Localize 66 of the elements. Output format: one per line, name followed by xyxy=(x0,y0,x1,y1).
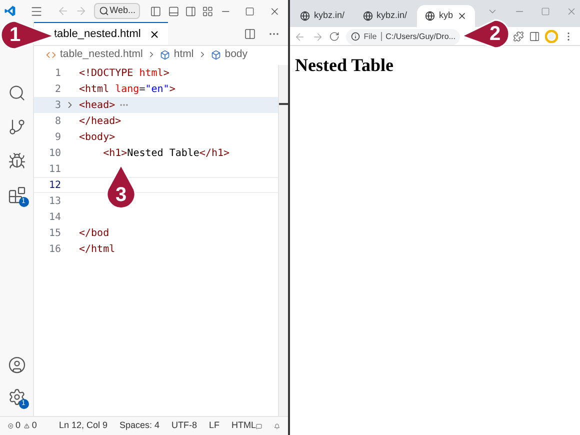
account-icon[interactable] xyxy=(8,356,26,374)
status-item[interactable]: LF xyxy=(209,419,220,433)
status-item[interactable]: Ln 12, Col 9 xyxy=(58,419,108,433)
branch-icon[interactable] xyxy=(8,118,26,136)
status-item[interactable]: Spaces: 4 xyxy=(119,419,160,433)
settings-icon[interactable] xyxy=(8,388,26,406)
breadcrumb-item[interactable]: html xyxy=(174,46,194,62)
browser-tab[interactable]: kyb xyxy=(417,5,476,27)
callout-marker: 3 xyxy=(106,164,136,210)
page-heading: Nested Table xyxy=(295,56,395,74)
puzzle-icon[interactable] xyxy=(512,31,524,42)
code-line: </html xyxy=(79,242,116,256)
side-panel-icon[interactable] xyxy=(528,31,540,42)
info-icon[interactable] xyxy=(350,32,360,41)
line-number: 13 xyxy=(48,194,61,208)
status-item[interactable]: UTF-8 xyxy=(172,419,198,433)
line-number: 9 xyxy=(54,130,61,144)
panel-icon[interactable] xyxy=(185,4,196,18)
error-count[interactable]: 0 xyxy=(15,419,20,433)
layout-icon[interactable] xyxy=(202,4,214,18)
maximize-icon[interactable] xyxy=(245,6,255,16)
close-icon[interactable] xyxy=(148,28,160,40)
code-line: <head> xyxy=(79,98,116,112)
error-icon[interactable] xyxy=(8,421,14,431)
line-number: 2 xyxy=(54,82,61,96)
code-line: <h1>Nested Table</h1> xyxy=(102,146,230,160)
extensions-icon[interactable] xyxy=(8,186,26,204)
search-field[interactable]: Web... xyxy=(94,3,140,19)
code-line: <html lang="en"> xyxy=(79,82,176,96)
breadcrumb-item[interactable]: table_nested.html xyxy=(60,46,143,62)
element-icon xyxy=(160,50,170,60)
line-number: 16 xyxy=(48,242,61,256)
globe-icon xyxy=(362,11,373,21)
status-item[interactable]: HTML xyxy=(232,419,256,433)
line-number: 15 xyxy=(48,226,61,240)
line-number: 12 xyxy=(48,178,61,192)
debug-icon[interactable] xyxy=(8,152,26,170)
line-number: 10 xyxy=(48,146,61,160)
code-icon xyxy=(46,50,56,60)
search-icon[interactable] xyxy=(8,84,26,102)
code-line: <!DOCTYPE html> xyxy=(79,66,170,80)
line-number: 14 xyxy=(48,210,61,224)
code-line: </head> xyxy=(79,114,122,128)
breadcrumb-item[interactable]: body xyxy=(224,46,248,62)
browser-tab[interactable]: kybz.in/ xyxy=(292,5,353,27)
globe-icon xyxy=(425,11,436,21)
reload-icon[interactable] xyxy=(329,31,340,42)
split-editor-icon[interactable] xyxy=(244,28,256,40)
panel-icon[interactable] xyxy=(168,4,180,18)
globe-icon xyxy=(300,11,310,21)
line-number: 8 xyxy=(54,114,61,128)
close-icon[interactable] xyxy=(457,11,468,21)
warning-count[interactable]: 0 xyxy=(32,419,37,433)
code-line: </bod xyxy=(79,226,110,240)
warning-icon[interactable] xyxy=(24,421,30,431)
line-number: 11 xyxy=(48,162,61,176)
search-icon xyxy=(98,6,109,16)
line-number: 1 xyxy=(54,66,61,80)
logo-icon xyxy=(4,4,16,18)
element-icon xyxy=(210,50,221,60)
address-bar[interactable]: File C:/Users/Guy/Dro... xyxy=(346,28,460,44)
line-number: 3 xyxy=(54,98,61,112)
panel-icon[interactable] xyxy=(150,4,162,18)
code-line: <body> xyxy=(79,130,116,144)
browser-tab[interactable]: kybz.in/ xyxy=(354,5,416,27)
editor-tab[interactable]: table_nested.html xyxy=(34,22,168,45)
